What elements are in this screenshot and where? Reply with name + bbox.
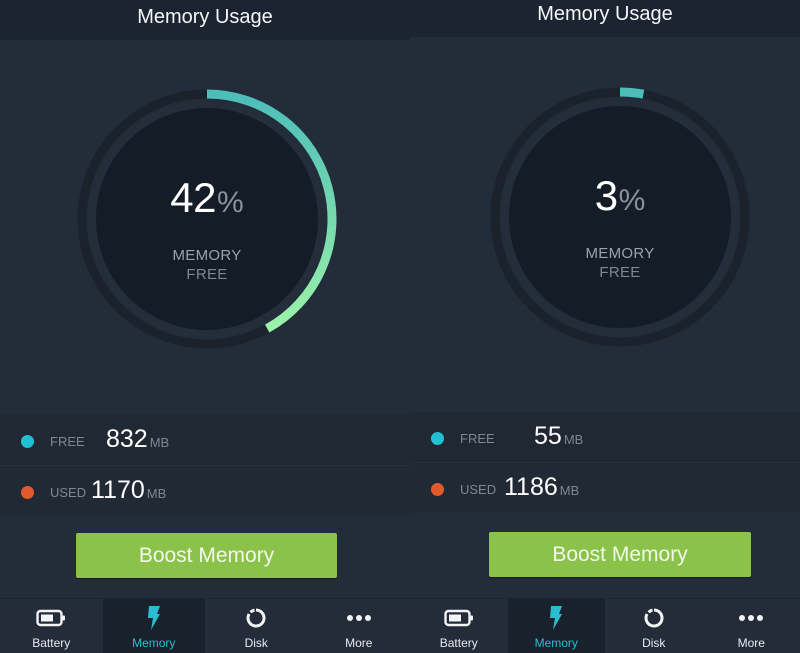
bottom-nav: Battery Memory Disk More [0,598,410,653]
nav-label-more: More [737,636,765,650]
used-unit: MB [559,483,580,498]
percent-sign: % [217,186,244,219]
battery-icon [0,607,103,629]
nav-item-disk[interactable]: Disk [205,599,308,653]
nav-item-disk[interactable]: Disk [605,599,703,653]
nav-label-more: More [345,636,373,650]
free-value-number: 55 [534,422,562,450]
percent-sign: % [618,184,646,217]
gauge-value: 42% [76,174,338,222]
memory-gauge: 3% MEMORY FREE [489,86,751,348]
free-unit: MB [149,435,170,450]
memory-screen-right: Memory Usage 3% MEMORY FREE FREE 55 MB U… [410,0,800,653]
gauge-label-free: FREE [186,266,228,283]
gauge-label: MEMORY FREE [76,247,338,283]
battery-icon [410,607,508,629]
stat-row-free: FREE 832 MB [0,415,410,465]
boost-memory-button[interactable]: Boost Memory [489,532,751,577]
free-value-number: 832 [106,425,148,453]
free-label: FREE [460,431,495,446]
nav-label-disk: Disk [244,636,268,650]
nav-label-disk: Disk [642,636,666,650]
stat-row-free: FREE 55 MB [410,412,800,462]
nav-label-battery: Battery [32,636,71,650]
page-title: Memory Usage [537,3,673,25]
nav-item-more[interactable]: More [703,599,800,653]
memory-gauge: 42% MEMORY FREE [76,88,338,350]
nav-item-battery[interactable]: Battery [0,599,103,653]
disk-circle-icon [605,607,703,629]
header: Memory Usage [410,0,800,37]
nav-label-memory: Memory [132,636,176,650]
header: Memory Usage [0,0,410,40]
used-unit: MB [146,486,167,501]
nav-item-memory[interactable]: Memory [507,599,606,653]
nav-label-battery: Battery [439,636,478,650]
used-value-number: 1170 [91,476,145,504]
used-label: USED [460,482,497,497]
nav-item-battery[interactable]: Battery [410,599,508,653]
boost-memory-button[interactable]: Boost Memory [76,533,337,578]
free-dot-icon [21,435,34,448]
page-title: Memory Usage [137,6,273,28]
free-value: 832 MB [106,425,169,454]
percent-value: 42 [170,174,217,221]
used-dot-icon [21,486,34,499]
used-label: USED [50,485,87,500]
stat-row-used: USED 1186 MB [410,462,800,513]
free-dot-icon [431,432,444,445]
percent-value: 3 [594,172,618,219]
used-value-number: 1186 [504,473,558,501]
nav-label-memory: Memory [534,636,578,650]
nav-item-memory[interactable]: Memory [102,599,206,653]
used-value: 1170 MB [91,476,166,505]
nav-item-more[interactable]: More [308,599,411,653]
more-dots-icon [703,607,800,629]
used-value: 1186 MB [504,473,579,502]
lightning-bolt-icon [103,606,206,630]
gauge-value: 3% [489,172,751,220]
free-value: 55 MB [534,422,583,451]
gauge-progress-arc [619,87,645,99]
bottom-nav: Battery Memory Disk More [410,598,800,653]
free-label: FREE [50,434,85,449]
gauge-label: MEMORY FREE [489,245,751,281]
more-dots-icon [308,607,411,629]
disk-circle-icon [205,607,308,629]
used-dot-icon [431,483,444,496]
gauge-label-free: FREE [599,264,641,281]
memory-screen-left: Memory Usage 42% MEMORY FREE FREE 832MB [0,0,410,653]
lightning-bolt-icon [508,606,606,630]
gauge-label-memory: MEMORY [585,245,655,262]
gauge-label-memory: MEMORY [172,247,242,264]
free-unit: MB [563,432,584,447]
stat-row-used: USED 1170 MB [0,465,410,516]
